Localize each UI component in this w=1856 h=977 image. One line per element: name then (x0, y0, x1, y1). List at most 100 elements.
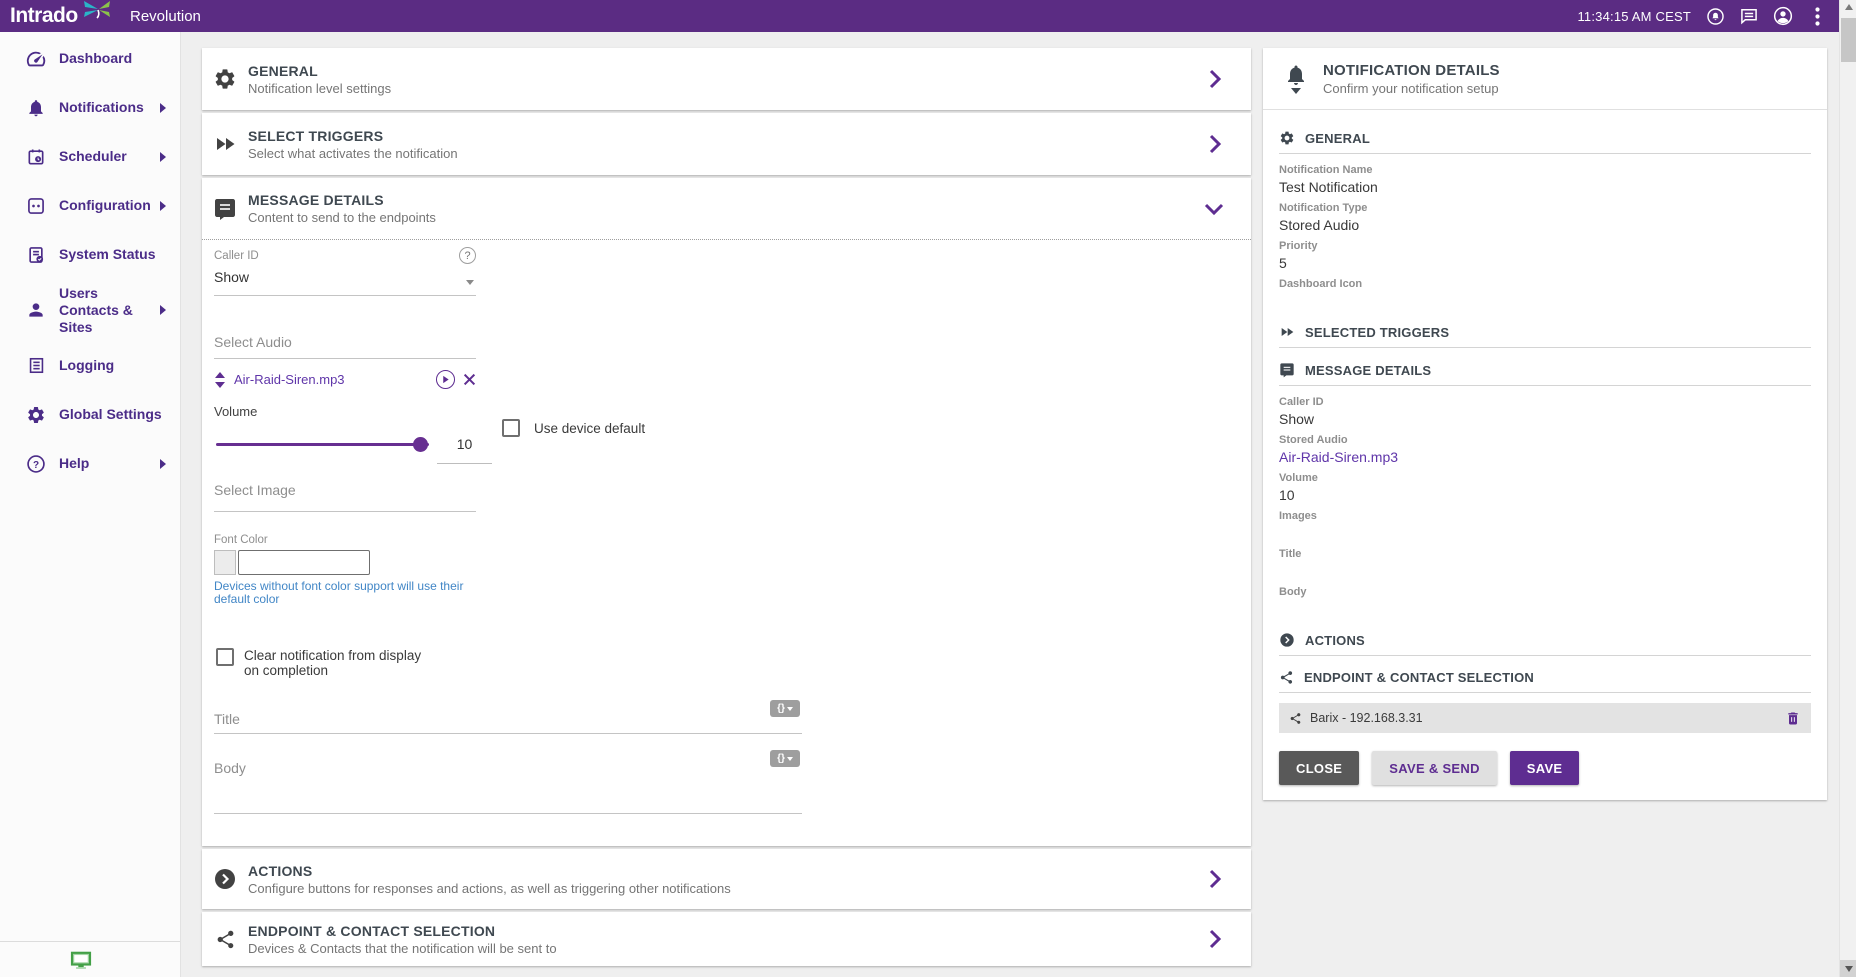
scroll-down-button[interactable] (1840, 960, 1856, 977)
sidebar-item-logging[interactable]: Logging (0, 341, 180, 390)
intrado-logo[interactable]: Intrado (10, 1, 116, 31)
general-section-header[interactable]: GENERAL Notification level settings (202, 48, 1251, 110)
sidebar-item-notifications[interactable]: Notifications (0, 83, 180, 132)
alarm-icon[interactable] (1705, 6, 1725, 26)
endpoint-item-row[interactable]: Barix - 192.168.3.31 (1279, 703, 1811, 733)
summary-message-heading: MESSAGE DETAILS (1279, 362, 1811, 378)
caller-id-field[interactable]: Caller ID Show ? (214, 250, 476, 296)
select-audio-label: Select Audio (214, 334, 292, 350)
caret-down-icon (787, 757, 793, 761)
message-details-section-header[interactable]: MESSAGE DETAILS Content to send to the e… (202, 178, 1251, 240)
remove-audio-icon[interactable] (463, 373, 476, 386)
sidebar-item-dashboard[interactable]: Dashboard (0, 34, 180, 83)
sidebar-label: Dashboard (59, 50, 132, 67)
chevron-right-icon[interactable] (1205, 928, 1225, 950)
divider (1279, 655, 1811, 656)
font-color-picker (214, 550, 370, 575)
chat-bubble-icon (212, 196, 238, 222)
divider (1279, 153, 1811, 154)
chevron-right-icon[interactable] (1205, 868, 1225, 890)
section-title: ACTIONS (248, 863, 731, 879)
chat-bubble-icon (1279, 362, 1295, 378)
calendar-icon (25, 146, 47, 168)
delete-endpoint-icon[interactable] (1785, 710, 1801, 727)
chat-icon[interactable] (1739, 6, 1759, 26)
token-glyph: {} (777, 753, 785, 764)
select-triggers-section-header[interactable]: SELECT TRIGGERS Select what activates th… (202, 113, 1251, 175)
scroll-up-button[interactable] (1840, 4, 1856, 16)
actions-section-header[interactable]: ACTIONS Configure buttons for responses … (202, 849, 1251, 909)
sidebar-item-help[interactable]: ? Help (0, 439, 180, 488)
use-device-default-checkbox[interactable] (502, 419, 520, 437)
insert-variable-button[interactable]: {} (770, 750, 800, 767)
share-icon (212, 926, 238, 952)
select-audio-field[interactable]: Select Audio (214, 334, 476, 359)
sidebar-item-configuration[interactable]: Configuration (0, 181, 180, 230)
circle-arrow-icon (212, 866, 238, 892)
clear-notification-checkbox[interactable] (216, 648, 234, 666)
display-monitor-icon[interactable] (70, 951, 92, 969)
save-and-send-button[interactable]: SAVE & SEND (1372, 751, 1496, 785)
summary-field: Body (1279, 586, 1811, 618)
close-button[interactable]: CLOSE (1279, 751, 1359, 785)
vertical-scrollbar[interactable] (1839, 0, 1856, 977)
sidebar: Dashboard Notifications (0, 32, 181, 977)
sidebar-item-global-settings[interactable]: Global Settings (0, 390, 180, 439)
caller-id-label: Caller ID (214, 250, 476, 262)
account-icon[interactable] (1773, 6, 1793, 26)
chevron-right-icon[interactable] (1205, 133, 1225, 155)
summary-field: Stored Audio Air-Raid-Siren.mp3 (1279, 434, 1811, 466)
summary-field: Caller ID Show (1279, 396, 1811, 428)
select-image-field[interactable]: Select Image (214, 482, 476, 512)
help-icon: ? (25, 453, 47, 475)
font-color-input[interactable] (238, 550, 370, 575)
play-audio-icon[interactable] (436, 370, 455, 389)
use-device-default-option: Use device default (502, 419, 645, 437)
summary-section-title: GENERAL (1305, 131, 1370, 146)
section-subtitle: Configure buttons for responses and acti… (248, 881, 731, 896)
sidebar-label: Users Contacts & Sites (59, 285, 160, 336)
endpoint-section-header[interactable]: ENDPOINT & CONTACT SELECTION Devices & C… (202, 912, 1251, 966)
save-button[interactable]: SAVE (1510, 751, 1580, 785)
sidebar-item-users-contacts-sites[interactable]: Users Contacts & Sites (0, 279, 180, 341)
summary-field: Notification Type Stored Audio (1279, 202, 1811, 234)
kebab-menu-icon[interactable] (1807, 6, 1827, 26)
summary-actions-heading: ACTIONS (1279, 632, 1811, 648)
summary-field: Notification Name Test Notification (1279, 164, 1811, 196)
dropdown-caret-icon (466, 280, 474, 285)
chevron-right-icon (160, 103, 166, 113)
audio-file-name[interactable]: Air-Raid-Siren.mp3 (234, 372, 428, 387)
font-color-swatch[interactable] (214, 550, 236, 575)
volume-slider-handle[interactable] (413, 437, 428, 452)
section-title: GENERAL (248, 63, 391, 79)
sidebar-label: Notifications (59, 99, 144, 116)
configuration-icon (25, 195, 47, 217)
use-device-default-label: Use device default (534, 421, 645, 436)
divider (1279, 692, 1811, 693)
body-field[interactable]: Body {} (214, 748, 802, 814)
sidebar-item-scheduler[interactable]: Scheduler (0, 132, 180, 181)
share-icon (1289, 712, 1302, 725)
chevron-down-icon[interactable] (1203, 199, 1225, 219)
divider (1279, 347, 1811, 348)
sort-handle-icon[interactable] (214, 372, 226, 388)
summary-endpoint-heading: ENDPOINT & CONTACT SELECTION (1279, 670, 1811, 685)
font-color-help-text: Devices without font color support will … (214, 580, 494, 606)
volume-slider-track[interactable] (216, 443, 429, 446)
sidebar-item-system-status[interactable]: System Status (0, 230, 180, 279)
dashboard-gauge-icon (25, 48, 47, 70)
scrollbar-thumb[interactable] (1841, 18, 1856, 62)
volume-value[interactable]: 10 (437, 424, 492, 464)
body-label: Body (214, 760, 246, 776)
dragonfly-icon (82, 0, 112, 20)
help-circle-icon[interactable]: ? (459, 247, 476, 264)
summary-field: Priority 5 (1279, 240, 1811, 272)
notification-wizard: GENERAL Notification level settings (202, 48, 1251, 969)
summary-triggers-heading: SELECTED TRIGGERS (1279, 324, 1811, 340)
chevron-right-icon (160, 459, 166, 469)
section-title: ENDPOINT & CONTACT SELECTION (248, 923, 557, 939)
title-field[interactable]: Title {} (214, 700, 802, 734)
insert-variable-button[interactable]: {} (770, 700, 800, 717)
chevron-right-icon[interactable] (1205, 68, 1225, 90)
bell-icon (25, 97, 47, 119)
